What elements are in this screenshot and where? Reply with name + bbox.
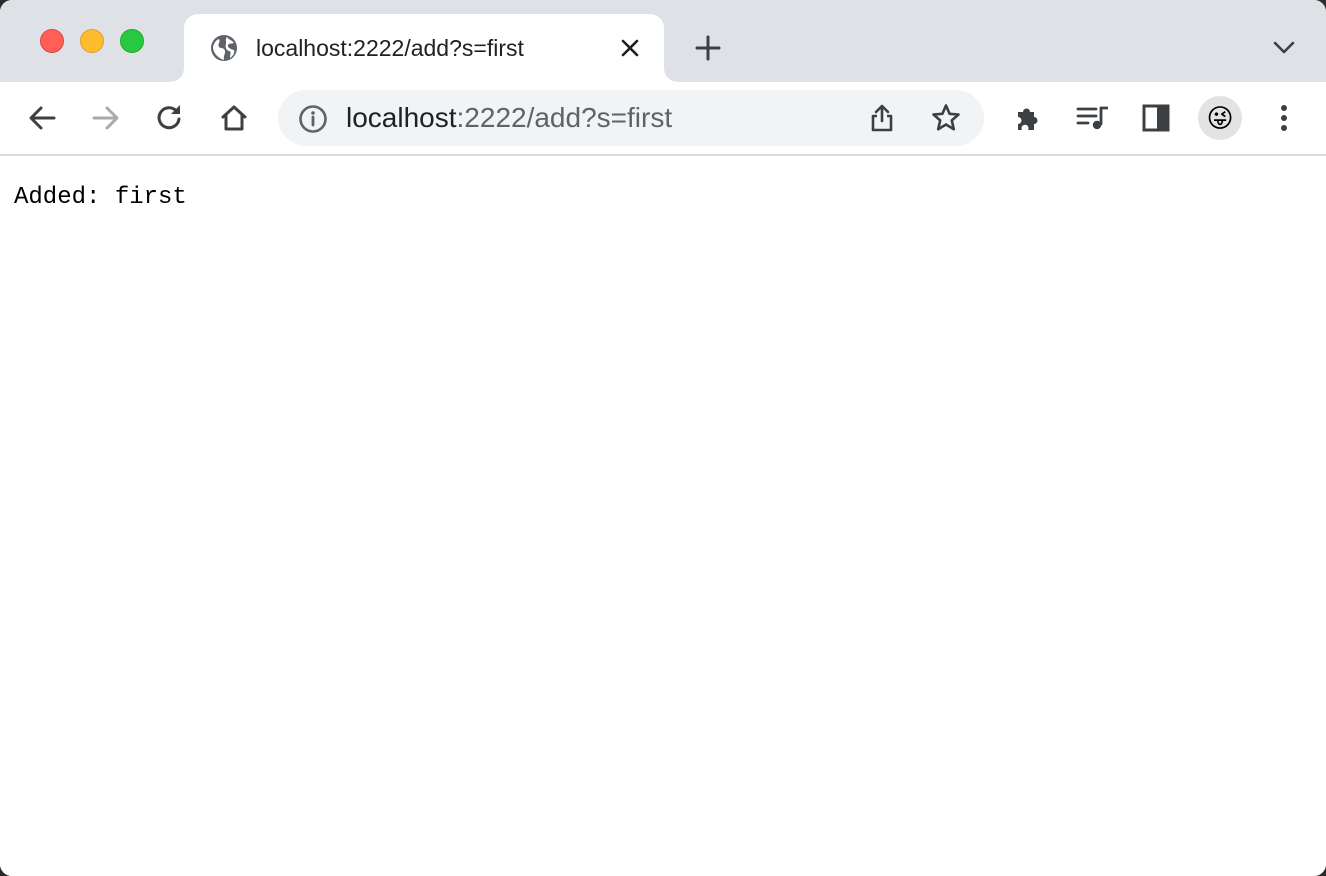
- share-icon[interactable]: [866, 102, 898, 134]
- back-button[interactable]: [24, 100, 60, 136]
- plus-icon[interactable]: [692, 32, 724, 64]
- window-maximize-button[interactable]: [120, 29, 144, 53]
- media-queue-icon: [1076, 106, 1108, 130]
- extensions-button[interactable]: [1010, 100, 1046, 136]
- page-body-text: Added: first: [14, 184, 187, 211]
- address-bar[interactable]: localhost:2222/add?s=first: [278, 90, 984, 146]
- media-controls-button[interactable]: [1074, 100, 1110, 136]
- forward-button[interactable]: [88, 100, 124, 136]
- puzzle-icon: [1018, 108, 1038, 130]
- page-content: Added: first: [0, 156, 1326, 876]
- browser-window: localhost:2222/add?s=first localhost:222…: [0, 0, 1326, 876]
- info-icon[interactable]: [298, 104, 328, 134]
- profile-avatar-emoji: 😜: [1206, 103, 1234, 133]
- arrow-left-icon: [29, 106, 56, 130]
- url-host: localhost: [346, 102, 457, 133]
- tab-title: localhost:2222/add?s=first: [256, 35, 524, 61]
- chevron-down-icon[interactable]: [1270, 36, 1298, 60]
- star-icon[interactable]: [930, 102, 962, 134]
- arrow-right-icon: [92, 106, 119, 130]
- home-icon: [221, 105, 247, 131]
- menu-button[interactable]: [1266, 100, 1302, 136]
- side-panel-button[interactable]: [1138, 100, 1174, 136]
- side-panel-icon: [1142, 104, 1170, 132]
- tab-active[interactable]: localhost:2222/add?s=first: [184, 14, 664, 82]
- profile-avatar[interactable]: 😜: [1198, 96, 1242, 140]
- toolbar: localhost:2222/add?s=first 😜: [0, 82, 1326, 156]
- reload-button[interactable]: [152, 100, 188, 136]
- globe-icon: [211, 35, 237, 61]
- url-path: :2222/add?s=first: [456, 102, 673, 133]
- close-icon[interactable]: [618, 36, 642, 60]
- tab-strip: localhost:2222/add?s=first: [0, 0, 1326, 82]
- kebab-menu-icon: [1281, 105, 1287, 131]
- window-close-button[interactable]: [40, 29, 64, 53]
- reload-icon: [157, 105, 181, 130]
- window-minimize-button[interactable]: [80, 29, 104, 53]
- url-text[interactable]: localhost:2222/add?s=first: [346, 102, 672, 134]
- home-button[interactable]: [216, 100, 252, 136]
